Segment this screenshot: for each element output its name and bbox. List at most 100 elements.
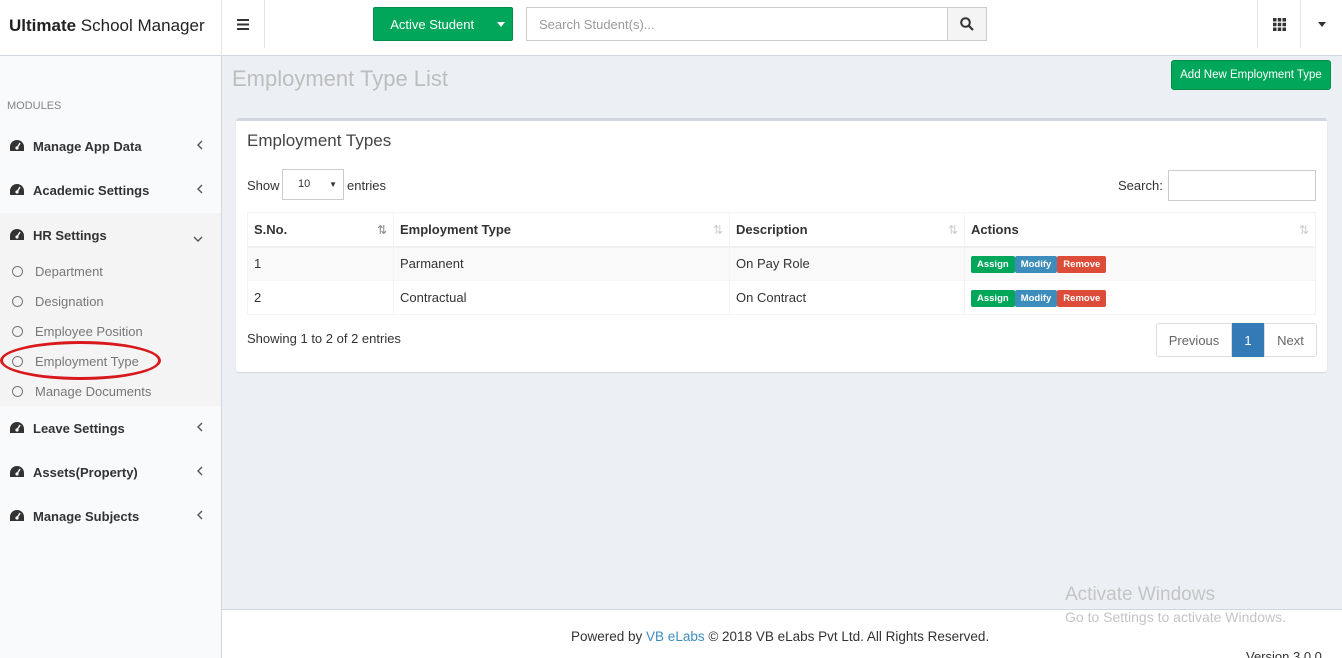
subitem-label: Employee Position xyxy=(35,324,143,339)
table-search-input[interactable] xyxy=(1168,170,1316,201)
circle-icon xyxy=(12,356,23,367)
chevron-down-icon xyxy=(193,230,203,245)
sidebar-toggle-button[interactable] xyxy=(222,0,265,48)
add-employment-type-button[interactable]: Add New Employment Type xyxy=(1171,60,1331,90)
assign-button[interactable]: Assign xyxy=(971,289,1015,307)
sidebar: MODULES Manage App Data Academic Setting… xyxy=(0,56,222,658)
sidebar-item-manage-app-data[interactable]: Manage App Data xyxy=(0,124,221,168)
subitem-label: Employment Type xyxy=(35,354,139,369)
brand-bold: Ultimate xyxy=(9,16,77,35)
modify-button[interactable]: Modify xyxy=(1014,255,1058,273)
top-header: Ultimate School Manager Active Student xyxy=(0,0,1342,56)
hamburger-icon xyxy=(237,18,249,30)
sidebar-item-assets-property[interactable]: Assets(Property) xyxy=(0,450,221,494)
cell-employment-type: Parmanent xyxy=(393,246,730,281)
assign-button[interactable]: Assign xyxy=(971,255,1015,273)
circle-icon xyxy=(12,266,23,277)
column-header-sno[interactable]: S.No. ⇅ xyxy=(247,212,394,248)
subitem-label: Department xyxy=(35,264,103,279)
circle-icon xyxy=(12,296,23,307)
employment-types-table: S.No. ⇅ Employment Type ⇅ Description ⇅ Act… xyxy=(247,212,1316,315)
previous-page-button[interactable]: Previous xyxy=(1156,323,1232,357)
sort-icon: ⇅ xyxy=(376,223,387,237)
caret-down-icon[interactable] xyxy=(490,8,512,40)
company-link[interactable]: VB eLabs xyxy=(646,629,705,644)
sidebar-item-label: Academic Settings xyxy=(33,182,150,198)
sidebar-subitem-manage-documents[interactable]: Manage Documents xyxy=(12,384,151,399)
student-search-input[interactable] xyxy=(526,7,948,41)
cell-description: On Contract xyxy=(729,280,965,315)
version-label: Version 3.0.0 xyxy=(1246,649,1322,658)
sidebar-subitem-department[interactable]: Department xyxy=(12,264,103,279)
chevron-left-icon xyxy=(197,464,203,479)
entries-label: entries xyxy=(347,178,387,193)
cell-employment-type: Contractual xyxy=(393,280,730,315)
remove-button[interactable]: Remove xyxy=(1057,255,1107,273)
chevron-left-icon xyxy=(197,508,203,523)
brand-rest: School Manager xyxy=(76,16,205,35)
search-button[interactable] xyxy=(947,7,987,41)
modules-heading: MODULES xyxy=(7,100,62,112)
next-page-button[interactable]: Next xyxy=(1264,323,1317,357)
sidebar-item-label: Assets(Property) xyxy=(33,464,138,480)
sidebar-subitem-employee-position[interactable]: Employee Position xyxy=(12,324,143,339)
dashboard-icon xyxy=(9,183,25,197)
page-length-value: 10 xyxy=(298,178,311,190)
sort-icon: ⇅ xyxy=(1298,223,1309,237)
sidebar-item-label: Leave Settings xyxy=(33,420,125,436)
copyright-text: © 2018 VB eLabs Pvt Ltd. All Rights Rese… xyxy=(704,629,990,644)
cell-sno: 2 xyxy=(247,280,394,315)
sidebar-item-label: Manage App Data xyxy=(33,138,142,154)
employment-types-box: Employment Types Show 10 ▼ entries Searc… xyxy=(236,118,1327,372)
app-brand[interactable]: Ultimate School Manager xyxy=(0,0,222,56)
sidebar-item-academic-settings[interactable]: Academic Settings xyxy=(0,168,221,212)
activate-windows-subtitle: Go to Settings to activate Windows. xyxy=(1065,609,1286,625)
remove-button[interactable]: Remove xyxy=(1057,289,1107,307)
column-header-description[interactable]: Description ⇅ xyxy=(729,212,965,248)
powered-by-label: Powered by xyxy=(571,629,647,644)
footer-text: Powered by VB eLabs © 2018 VB eLabs Pvt … xyxy=(571,629,989,644)
subitem-label: Manage Documents xyxy=(35,384,152,399)
table-info: Showing 1 to 2 of 2 entries xyxy=(247,331,401,346)
caret-down-icon xyxy=(1317,21,1326,27)
sidebar-subitem-designation[interactable]: Designation xyxy=(12,294,104,309)
activate-windows-title: Activate Windows xyxy=(1065,584,1215,605)
apps-grid-icon xyxy=(1272,17,1286,31)
cell-description: On Pay Role xyxy=(729,246,965,281)
dashboard-icon xyxy=(9,421,25,435)
subitem-label: Designation xyxy=(35,294,104,309)
active-student-dropdown[interactable]: Active Student xyxy=(373,7,513,41)
active-student-label: Active Student xyxy=(390,16,475,32)
circle-icon xyxy=(12,326,23,337)
chevron-left-icon xyxy=(197,420,203,435)
show-label: Show xyxy=(247,178,280,193)
pagination: Previous 1 Next xyxy=(1156,323,1317,357)
dashboard-icon xyxy=(9,509,25,523)
caret-down-icon: ▼ xyxy=(329,180,337,189)
sidebar-item-leave-settings[interactable]: Leave Settings xyxy=(0,406,221,450)
table-row: 2 Contractual On Contract Assign Modify Re… xyxy=(247,280,1316,315)
user-menu-button[interactable] xyxy=(1300,0,1342,48)
dashboard-icon xyxy=(9,228,25,242)
column-header-actions[interactable]: Actions ⇅ xyxy=(964,212,1316,248)
cell-actions: Assign Modify Remove xyxy=(964,246,1316,281)
cell-actions: Assign Modify Remove xyxy=(964,280,1316,315)
sort-icon: ⇅ xyxy=(712,223,723,237)
chevron-left-icon xyxy=(197,182,203,197)
search-icon xyxy=(960,17,974,31)
circle-icon xyxy=(12,386,23,397)
table-row: 1 Parmanent On Pay Role Assign Modify Remo… xyxy=(247,246,1316,281)
column-header-employment-type[interactable]: Employment Type ⇅ xyxy=(393,212,730,248)
modify-button[interactable]: Modify xyxy=(1014,289,1058,307)
box-title: Employment Types xyxy=(247,131,392,150)
sidebar-item-label: Manage Subjects xyxy=(33,508,140,524)
sidebar-item-label: HR Settings xyxy=(33,227,107,243)
hr-settings-group: HR Settings Department Designation Emplo… xyxy=(0,213,221,406)
page-length-select[interactable]: 10 ▼ xyxy=(282,169,344,200)
sort-icon: ⇅ xyxy=(947,223,958,237)
sidebar-item-manage-subjects[interactable]: Manage Subjects xyxy=(0,494,221,538)
page-1-button[interactable]: 1 xyxy=(1232,323,1264,357)
apps-menu-button[interactable] xyxy=(1257,0,1300,48)
sidebar-subitem-employment-type[interactable]: Employment Type xyxy=(12,354,139,369)
sidebar-item-hr-settings[interactable]: HR Settings xyxy=(0,213,221,257)
